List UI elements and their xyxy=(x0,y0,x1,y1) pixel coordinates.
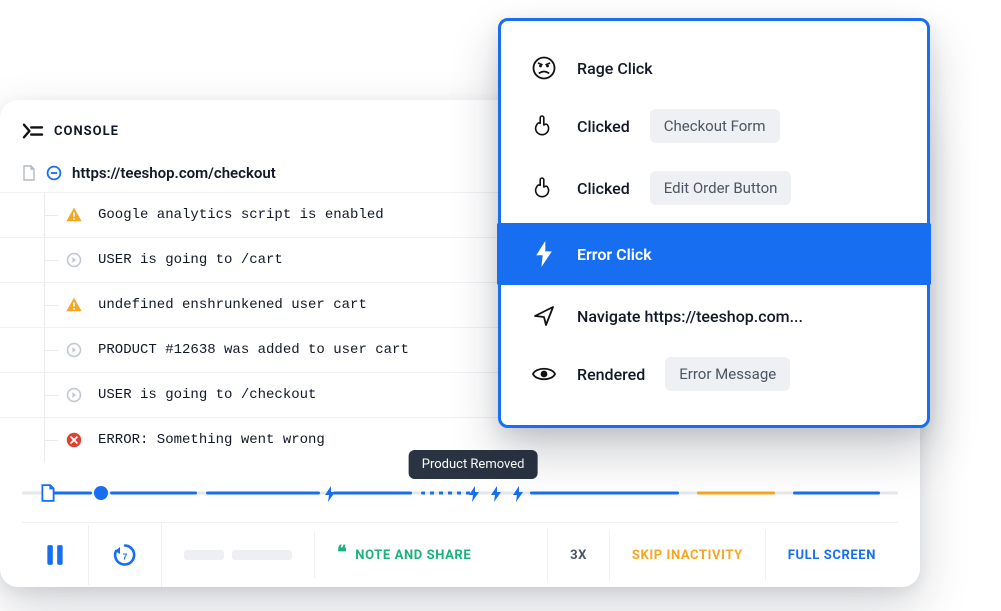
console-log-text: PRODUCT #12638 was added to user cart xyxy=(98,342,409,358)
event-chip: Checkout Form xyxy=(650,109,780,143)
playback-speed-button[interactable]: 3X xyxy=(570,548,587,563)
event-label: Rendered xyxy=(577,365,645,384)
terminal-icon xyxy=(22,122,44,140)
event-chip: Edit Order Button xyxy=(650,171,792,205)
pause-button[interactable] xyxy=(44,543,66,567)
timeline-tooltip: Product Removed xyxy=(409,450,538,479)
skip-inactivity-button[interactable]: SKIP INACTIVITY xyxy=(632,548,743,563)
timeline-page-marker[interactable] xyxy=(40,484,56,502)
note-and-share-button[interactable]: ❝ NOTE AND SHARE xyxy=(337,546,471,564)
note-and-share-label: NOTE AND SHARE xyxy=(355,548,471,563)
skeleton xyxy=(184,550,224,560)
full-screen-button[interactable]: FULL SCREEN xyxy=(788,548,876,563)
svg-text:7: 7 xyxy=(123,552,128,562)
step-icon xyxy=(64,340,84,360)
collapse-icon[interactable] xyxy=(46,165,62,181)
bolt-icon[interactable] xyxy=(322,486,336,500)
event-chip: Error Message xyxy=(665,357,790,391)
console-log-text: undefined enshrunkened user cart xyxy=(98,297,367,313)
event-row-rage-click[interactable]: Rage Click xyxy=(501,41,927,95)
event-row-rendered[interactable]: Rendered Error Message xyxy=(501,343,927,405)
rewind-7-button[interactable]: 7 xyxy=(111,541,139,569)
warning-icon xyxy=(64,205,84,225)
console-log-text: Google analytics script is enabled xyxy=(98,207,384,223)
bolt-icon[interactable]: Product Removed xyxy=(466,486,480,500)
warning-icon xyxy=(64,295,84,315)
event-label: Navigate https://teeshop.com... xyxy=(577,307,803,326)
event-label: Clicked xyxy=(577,117,630,136)
quote-icon: ❝ xyxy=(337,544,347,562)
event-row-error-click[interactable]: Error Click xyxy=(497,223,931,285)
bolt-icon[interactable] xyxy=(510,486,524,500)
console-url: https://teeshop.com/checkout xyxy=(72,164,276,182)
console-title: CONSOLE xyxy=(54,124,119,139)
events-panel: Rage Click Clicked Checkout Form Clicked… xyxy=(498,18,930,428)
skeleton xyxy=(232,550,292,560)
pointer-icon xyxy=(531,175,557,201)
event-row-clicked[interactable]: Clicked Checkout Form xyxy=(501,95,927,157)
bolt-icon xyxy=(531,241,557,267)
file-icon xyxy=(22,165,36,181)
error-icon xyxy=(64,430,84,450)
controls-bar: 7 ❝ NOTE AND SHARE 3X SKIP INACTIVITY xyxy=(22,522,898,587)
timeline-playhead[interactable] xyxy=(94,486,108,500)
event-row-navigate[interactable]: Navigate https://teeshop.com... xyxy=(501,289,927,343)
rage-face-icon xyxy=(531,55,557,81)
console-log-text: USER is going to /cart xyxy=(98,252,283,268)
eye-icon xyxy=(531,361,557,387)
console-log-text: ERROR: Something went wrong xyxy=(98,432,325,448)
event-row-clicked[interactable]: Clicked Edit Order Button xyxy=(501,157,927,219)
bolt-icon[interactable] xyxy=(488,486,502,500)
navigate-icon xyxy=(531,303,557,329)
pointer-icon xyxy=(531,113,557,139)
step-icon xyxy=(64,250,84,270)
console-log-text: USER is going to /checkout xyxy=(98,387,316,403)
timeline[interactable]: Product Removed 7 xyxy=(0,462,920,587)
step-icon xyxy=(64,385,84,405)
event-label: Error Click xyxy=(577,245,652,264)
event-label: Clicked xyxy=(577,179,630,198)
event-label: Rage Click xyxy=(577,59,653,78)
